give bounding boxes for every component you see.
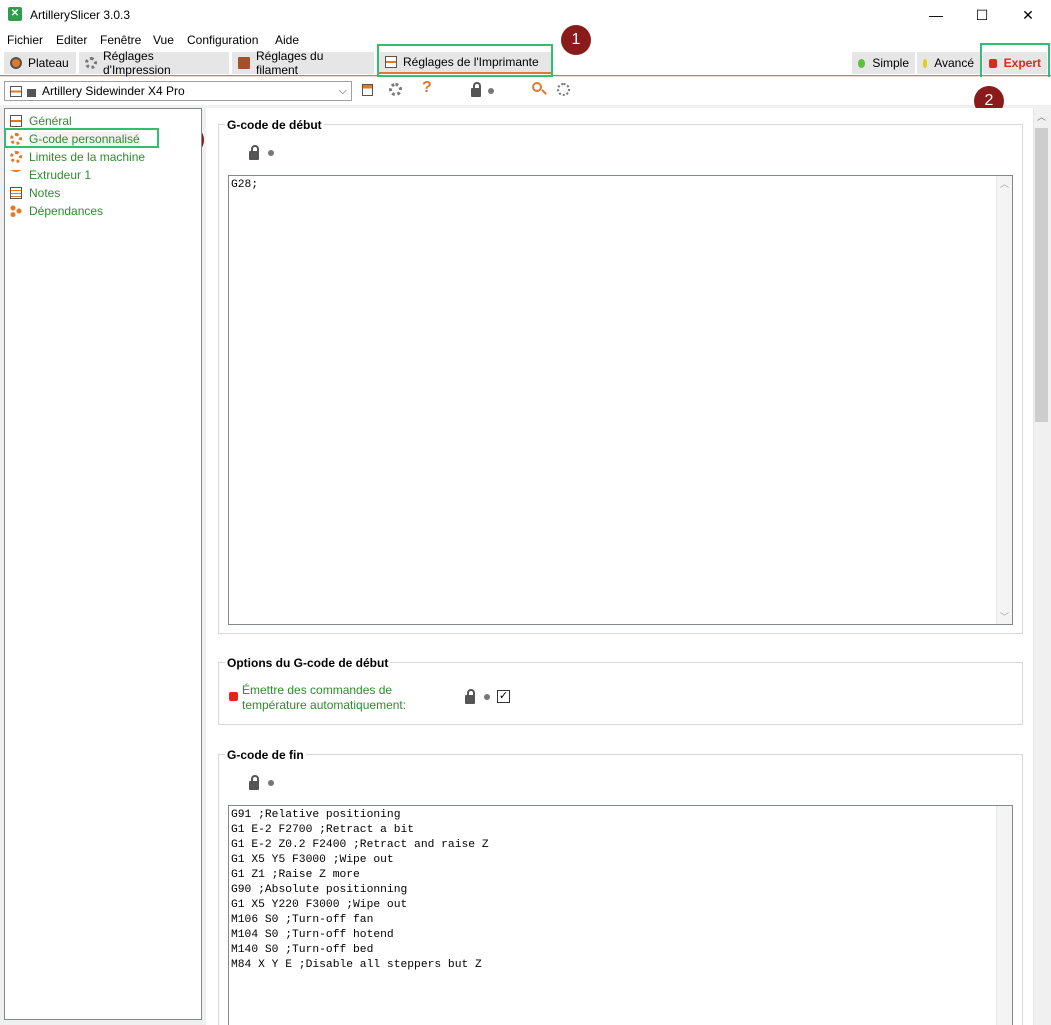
expert-mode-hexagon-icon [229, 692, 238, 701]
nav-item-extruder-1[interactable]: Extrudeur 1 [10, 167, 91, 183]
menu-edit[interactable]: Editer [56, 33, 87, 47]
minimize-button[interactable]: — [913, 0, 959, 30]
printer-preset-select[interactable]: Artillery Sidewinder X4 Pro ⌵ [4, 81, 352, 101]
tab-print-settings[interactable]: Réglages d'Impression [79, 49, 229, 77]
compare-icon[interactable] [557, 83, 570, 96]
start-gcode-scrollbar[interactable]: ︿ ﹀ [996, 176, 1012, 624]
nav-item-dependencies[interactable]: Dépendances [10, 203, 103, 219]
nav-item-label: Dépendances [29, 204, 104, 218]
tab-label: Plateau [28, 56, 69, 70]
title-bar [0, 0, 1051, 30]
nav-item-label: Limites de la machine [29, 150, 146, 164]
lock-icon[interactable] [249, 775, 259, 790]
maximize-button[interactable]: ☐ [959, 0, 1005, 30]
mode-simple[interactable]: Simple [852, 52, 915, 74]
highlight-box-printer-tab [377, 44, 553, 78]
lock-icon[interactable] [471, 82, 481, 97]
end-gcode-title: G-code de fin [225, 748, 306, 762]
autoemit-temperature-checkbox[interactable]: ✓ [497, 690, 510, 703]
nav-item-general[interactable]: Général [10, 113, 72, 129]
tab-plater[interactable]: Plateau [4, 52, 76, 74]
menu-view[interactable]: Vue [153, 33, 174, 47]
menu-window[interactable]: Fenêtre [100, 33, 141, 47]
app-icon: ✕ [8, 7, 22, 21]
mode-label: Simple [872, 56, 909, 70]
nav-item-label: Général [29, 114, 72, 128]
end-gcode-editor[interactable]: G91 ;Relative positioning G1 E-2 F2700 ;… [228, 805, 1013, 1025]
save-icon[interactable] [362, 84, 373, 96]
filament-spool-icon [238, 57, 250, 69]
nav-item-label: Notes [29, 186, 61, 200]
bullet-icon [484, 694, 490, 700]
bullet-icon [268, 780, 274, 786]
advanced-mode-dot-icon [923, 58, 928, 68]
chevron-down-icon: ⌵ [338, 84, 347, 97]
bullet-icon [488, 88, 494, 94]
settings-tree-panel [4, 108, 202, 1020]
start-gcode-editor[interactable]: G28; [228, 175, 1013, 625]
option-label-line-2: température automatiquement: [242, 698, 407, 712]
page-scroll-up-icon[interactable]: ︿ [1035, 110, 1048, 123]
tab-filament-settings[interactable]: Réglages du filament [232, 49, 374, 77]
start-gcode-title: G-code de début [225, 118, 324, 132]
menu-help[interactable]: Aide [275, 33, 299, 47]
scroll-up-icon[interactable]: ︿ [997, 177, 1012, 190]
highlight-box-expert-mode [980, 43, 1050, 79]
mode-label: Avancé [934, 56, 974, 70]
gear-icon [85, 57, 97, 69]
annotation-badge-1: 1 [561, 25, 591, 55]
tab-label: Réglages du filament [256, 49, 324, 77]
menu-configuration[interactable]: Configuration [187, 33, 258, 47]
preset-name: Artillery Sidewinder X4 Pro [42, 84, 185, 98]
plater-icon [10, 57, 22, 69]
window-title: ArtillerySlicer 3.0.3 [30, 8, 131, 22]
autoemit-temperature-label: Émettre des commandes de température aut… [242, 683, 406, 713]
printer-icon [10, 115, 22, 127]
mode-advanced[interactable]: Avancé [917, 52, 980, 74]
bullet-icon [268, 150, 274, 156]
printer-icon [10, 85, 22, 97]
lock-icon [27, 88, 36, 97]
gear-icon [10, 151, 22, 163]
extruder-icon [10, 170, 22, 180]
lock-icon[interactable] [249, 145, 259, 160]
gear-icon[interactable] [389, 83, 402, 96]
menu-file[interactable]: Fichier [7, 33, 43, 47]
highlight-box-custom-gcode [4, 128, 159, 148]
close-button[interactable]: ✕ [1005, 0, 1051, 30]
nav-item-label: Extrudeur 1 [29, 168, 92, 182]
nav-item-notes[interactable]: Notes [10, 185, 60, 201]
simple-mode-dot-icon [858, 58, 866, 68]
end-gcode-scrollbar[interactable] [996, 806, 1012, 1025]
tab-label: Réglages d'Impression [103, 49, 171, 77]
page-scrollbar-thumb[interactable] [1035, 128, 1048, 422]
start-gcode-options-title: Options du G-code de début [225, 656, 391, 670]
dependencies-icon [10, 205, 22, 217]
nav-item-machine-limits[interactable]: Limites de la machine [10, 149, 145, 165]
lock-icon[interactable] [465, 689, 475, 704]
scroll-down-icon[interactable]: ﹀ [997, 610, 1012, 623]
question-icon[interactable]: ? [422, 79, 432, 97]
notes-icon [10, 187, 22, 199]
option-label-line-1: Émettre des commandes de [242, 683, 393, 697]
